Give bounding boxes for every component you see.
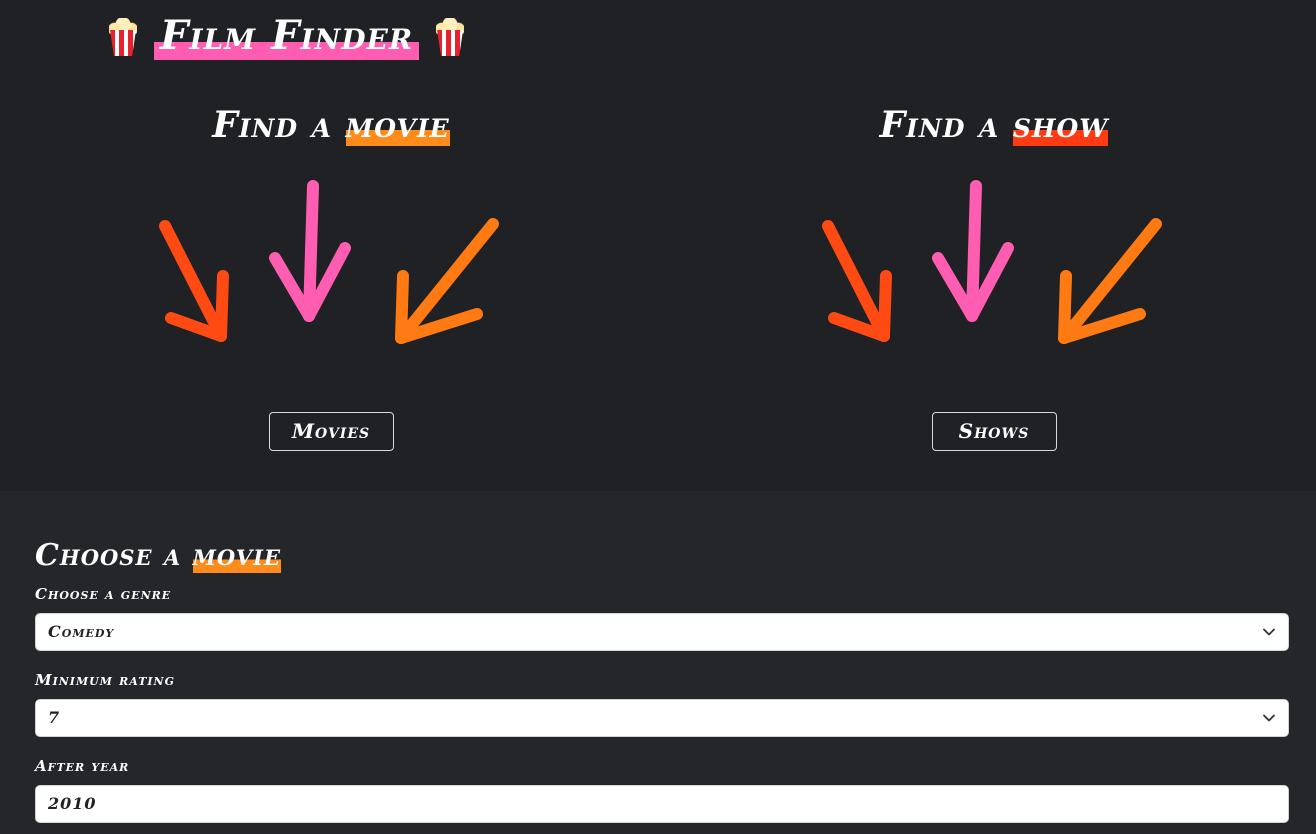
popcorn-icon [106,16,140,56]
choose-movie-heading: Choose a movie [35,535,281,577]
find-show-highlight: show [1012,104,1109,146]
arrow-middle-icon [269,180,351,322]
choose-movie-prefix: Choose a [35,538,182,573]
hero-section: Film Finder Find a movie Movies Find a s… [0,0,1316,491]
find-movie-highlight: movie [345,104,450,146]
year-label: After year [35,757,130,775]
find-movie-heading: Find a movie [91,100,571,150]
find-movie-prefix: Find a [212,104,332,146]
find-show-prefix: Find a [879,104,1000,146]
popcorn-icon [433,16,467,56]
movies-panel: Find a movie Movies [91,100,571,451]
genre-select-value: Comedy [48,622,115,641]
chevron-down-icon [1263,714,1275,722]
choose-movie-highlight: movie [192,538,281,573]
rating-label: Minimum rating [35,671,175,689]
arrow-middle-icon [932,180,1014,322]
app-title: Film Finder [154,12,420,60]
movie-filter-form: Choose a movie Choose a genre Comedy Min… [0,491,1316,834]
genre-select[interactable]: Comedy [35,613,1289,651]
arrows-down-icon [159,180,499,344]
find-show-heading: Find a show [754,100,1234,150]
arrow-right-icon [395,218,499,344]
rating-select[interactable]: 7 [35,699,1289,737]
movies-button[interactable]: Movies [268,412,394,451]
brand-header: Film Finder [106,12,467,60]
shows-button[interactable]: Shows [931,412,1057,451]
shows-panel: Find a show Shows [754,100,1234,451]
genre-label: Choose a genre [35,585,172,603]
arrow-left-icon [159,220,229,342]
chevron-down-icon [1263,628,1275,636]
rating-select-value: 7 [48,708,61,727]
arrows-down-icon [822,180,1162,344]
year-input[interactable]: 2010 [35,785,1289,823]
arrow-right-icon [1058,218,1162,344]
arrow-left-icon [822,220,892,342]
year-input-value: 2010 [48,794,97,813]
